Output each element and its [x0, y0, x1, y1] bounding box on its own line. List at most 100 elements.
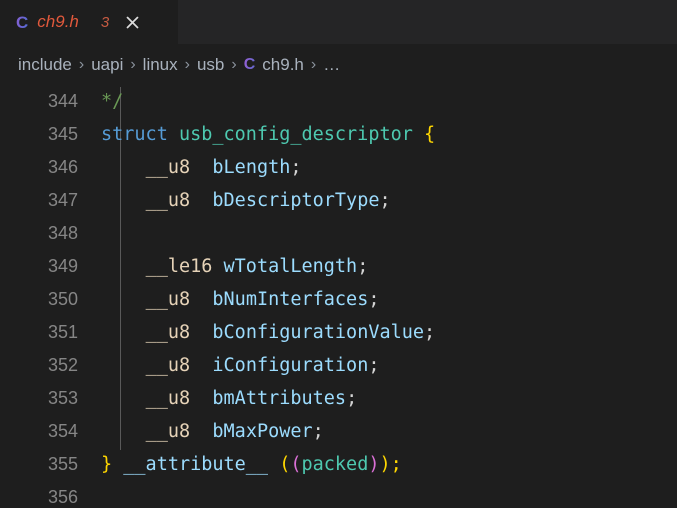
tab-label: ch9.h [37, 12, 79, 31]
token-field-name: bNumInterfaces [212, 289, 369, 310]
breadcrumb-item-usb[interactable]: usb [197, 55, 224, 75]
line-number: 353 [47, 388, 78, 408]
token-macro-type: __u8 [145, 421, 191, 442]
tab-problem-badge: 3 [100, 13, 110, 31]
line-number: 349 [47, 256, 78, 276]
token-attribute: __attribute__ [123, 454, 269, 475]
line-number: 350 [47, 289, 78, 309]
line-content[interactable]: __u8 bDescriptorType; [92, 190, 677, 211]
line-content[interactable]: __u8 bConfigurationValue; [92, 322, 677, 343]
token-field-name: iConfiguration [212, 355, 369, 376]
line-number: 345 [47, 124, 78, 144]
code-line: 345 struct usb_config_descriptor { [0, 118, 677, 151]
line-number: 347 [47, 190, 78, 210]
line-number: 344 [47, 91, 78, 111]
token-semicolon: ; [346, 388, 358, 409]
breadcrumb-item-uapi[interactable]: uapi [91, 55, 123, 75]
line-number: 346 [47, 157, 78, 177]
token-semicolon: ; [368, 355, 380, 376]
token-field-name: bConfigurationValue [212, 322, 425, 343]
token-macro-type: __u8 [145, 322, 191, 343]
line-number: 355 [47, 454, 78, 474]
code-line: 347 __u8 bDescriptorType; [0, 184, 677, 217]
c-file-icon: C [243, 55, 256, 73]
line-number: 351 [47, 322, 78, 342]
chevron-right-icon: › [130, 55, 136, 73]
token-macro-type: __u8 [145, 388, 191, 409]
token-macro-type: __le16 [145, 256, 213, 277]
token-field-name: bDescriptorType [212, 190, 380, 211]
token-comment-end: */ [101, 91, 124, 112]
token-macro-type: __u8 [145, 355, 191, 376]
token-field-name: bmAttributes [212, 388, 347, 409]
line-content[interactable]: __u8 iConfiguration; [92, 355, 677, 376]
token-paren-outer-close: ) [379, 454, 391, 475]
line-content[interactable]: } __attribute__ ((packed)); [92, 454, 677, 475]
breadcrumb-item-include[interactable]: include [18, 55, 72, 75]
token-paren-inner-close: ) [368, 454, 380, 475]
token-macro-type: __u8 [145, 289, 191, 310]
code-line: 356 [0, 481, 677, 508]
token-keyword-struct: struct [101, 124, 168, 145]
token-semicolon: ; [424, 322, 436, 343]
token-macro-type: __u8 [145, 190, 191, 211]
token-field-name: bMaxPower [212, 421, 313, 442]
token-type-name: usb_config_descriptor [178, 124, 413, 145]
code-lines: 344 */ 345 struct usb_config_descriptor … [0, 85, 677, 508]
chevron-right-icon: › [184, 55, 190, 73]
token-semicolon: ; [290, 157, 302, 178]
line-content[interactable]: __u8 bNumInterfaces; [92, 289, 677, 310]
token-field-name: bLength [212, 157, 291, 178]
vscode-editor-window: C ch9.h 3 include › uapi › linux › usb ›… [0, 0, 677, 508]
c-file-icon: C [16, 12, 29, 32]
code-line: 351 __u8 bConfigurationValue; [0, 316, 677, 349]
code-line: 344 */ [0, 85, 677, 118]
line-content[interactable]: __u8 bMaxPower; [92, 421, 677, 442]
token-semicolon: ; [379, 190, 391, 211]
code-editor[interactable]: 344 */ 345 struct usb_config_descriptor … [0, 85, 677, 508]
breadcrumb-item-linux[interactable]: linux [143, 55, 178, 75]
breadcrumb-symbol-ellipsis[interactable]: … [323, 55, 340, 75]
close-icon[interactable] [122, 12, 142, 32]
line-content[interactable]: struct usb_config_descriptor { [92, 124, 677, 145]
line-content[interactable]: __u8 bmAttributes; [92, 388, 677, 409]
chevron-right-icon: › [310, 55, 317, 73]
code-line: 354 __u8 bMaxPower; [0, 415, 677, 448]
chevron-right-icon: › [78, 55, 85, 73]
line-content[interactable]: __le16 wTotalLength; [92, 256, 677, 277]
code-line: 348 [0, 217, 677, 250]
breadcrumb: include › uapi › linux › usb › C ch9.h ›… [0, 44, 677, 85]
line-number: 348 [47, 223, 78, 243]
line-content[interactable]: */ [92, 91, 677, 112]
token-semicolon: ; [390, 454, 402, 475]
token-paren-inner-open: ( [290, 454, 302, 475]
breadcrumb-item-file[interactable]: ch9.h [262, 55, 304, 75]
token-semicolon: ; [312, 421, 324, 442]
token-semicolon: ; [368, 289, 380, 310]
token-open-brace: { [424, 124, 436, 145]
editor-tab-ch9-h[interactable]: C ch9.h 3 [0, 0, 178, 44]
code-line: 349 __le16 wTotalLength; [0, 250, 677, 283]
code-line: 346 __u8 bLength; [0, 151, 677, 184]
editor-tab-bar: C ch9.h 3 [0, 0, 677, 44]
line-number: 354 [47, 421, 78, 441]
line-content[interactable]: __u8 bLength; [92, 157, 677, 178]
token-paren-outer-open: ( [279, 454, 291, 475]
